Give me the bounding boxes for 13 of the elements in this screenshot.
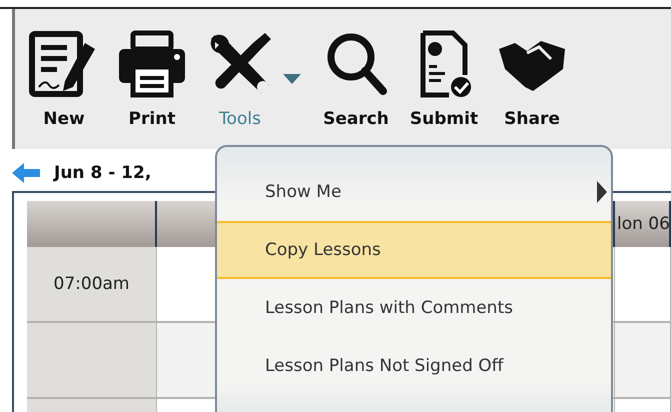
toolbar-button[interactable]: Submit — [409, 29, 479, 129]
toolbar-button[interactable]: Share — [497, 29, 567, 129]
menu-item[interactable]: Lesson Plans with Comments — [217, 279, 611, 337]
week-title: Jun 8 - 12, — [54, 163, 152, 183]
menu-item[interactable]: Show Me — [217, 163, 611, 221]
toolbar-button[interactable]: Print — [117, 29, 187, 129]
toolbar-button[interactable]: New — [29, 29, 99, 129]
menu-item[interactable]: Lesson Plans Not Signed Off — [217, 337, 611, 395]
toolbar-button[interactable]: Search — [321, 29, 391, 129]
column-header: lon 06 — [615, 201, 671, 247]
menu-item[interactable]: Copy Lessons — [217, 221, 611, 279]
toolbar-button[interactable]: Tools — [205, 29, 275, 129]
time-cell: 07:00am — [27, 247, 157, 323]
